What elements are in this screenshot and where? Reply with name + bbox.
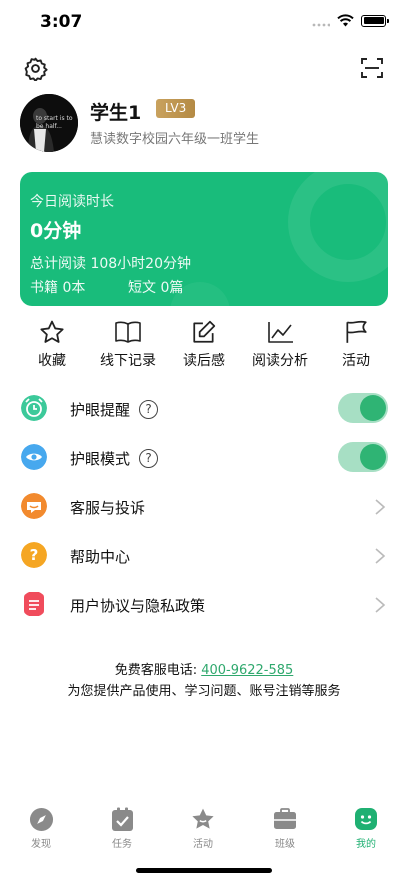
wifi-icon xyxy=(337,14,354,27)
document-icon xyxy=(24,592,44,616)
chevron-right-icon xyxy=(375,499,386,515)
chat-bubble-icon xyxy=(21,493,47,519)
status-time: 3:07 xyxy=(40,12,83,32)
today-reading-title: 今日阅读时长 xyxy=(30,194,114,210)
toggle-knob xyxy=(360,444,386,470)
eye-mode-help-icon[interactable]: ? xyxy=(139,449,158,468)
class-icon xyxy=(274,808,296,829)
activities-button[interactable]: 活动 xyxy=(316,318,396,374)
toggle-knob xyxy=(360,395,386,421)
scan-icon xyxy=(361,58,383,78)
tab-mine[interactable]: 我的 xyxy=(336,806,396,850)
level-badge: LV3 xyxy=(156,99,196,118)
favorites-label: 收藏 xyxy=(38,353,66,369)
star-icon xyxy=(40,320,64,343)
tab-class[interactable]: 班级 xyxy=(255,806,315,850)
gear-icon xyxy=(24,57,48,81)
contact-phone-line: 免费客服电话: 400-9622-585 xyxy=(0,659,408,678)
reading-analysis-label: 阅读分析 xyxy=(252,353,308,369)
book-icon xyxy=(115,321,141,343)
activities-label: 活动 xyxy=(342,353,370,369)
eye-reminder-label: 护眼提醒 xyxy=(70,401,131,419)
reflection-button[interactable]: 读后感 xyxy=(164,318,244,374)
offline-record-button[interactable]: 线下记录 xyxy=(88,318,168,374)
reflection-label: 读后感 xyxy=(183,353,225,369)
task-icon xyxy=(111,807,133,831)
chevron-right-icon xyxy=(375,548,386,564)
signal-icon xyxy=(312,23,330,26)
eye-icon xyxy=(21,444,47,470)
quick-actions: 收藏 线下记录 读后感 阅读分析 活动 xyxy=(0,318,408,374)
avatar[interactable]: to start is to be half... xyxy=(20,94,78,152)
flag-icon xyxy=(346,320,367,343)
tab-discover-label: 发现 xyxy=(31,839,51,850)
status-icons xyxy=(312,14,389,27)
avatar-caption: to start is to be half... xyxy=(36,115,73,130)
books-count: 书籍 0本 xyxy=(30,280,86,296)
eye-mode-toggle[interactable] xyxy=(338,442,388,472)
settings-button[interactable] xyxy=(21,54,49,82)
contact-phone-link[interactable]: 400-9622-585 xyxy=(201,663,293,678)
school-class: 慧读数字校园六年级一班学生 xyxy=(90,132,260,147)
tab-discover[interactable]: 发现 xyxy=(11,806,71,850)
reading-analysis-button[interactable]: 阅读分析 xyxy=(240,318,320,374)
compass-icon xyxy=(29,807,53,831)
chevron-right-icon xyxy=(375,597,386,613)
eye-reminder-toggle[interactable] xyxy=(338,393,388,423)
tab-activities[interactable]: 活动 xyxy=(173,806,233,850)
tab-class-label: 班级 xyxy=(275,839,295,850)
line-chart-icon xyxy=(267,322,293,343)
articles-count: 短文 0篇 xyxy=(128,280,184,296)
offline-record-label: 线下记录 xyxy=(100,353,156,369)
status-bar: 3:07 xyxy=(0,0,408,44)
eye-mode-label: 护眼模式 xyxy=(70,450,131,468)
star-badge-icon xyxy=(192,808,214,829)
eye-reminder-help-icon[interactable]: ? xyxy=(139,400,158,419)
favorites-button[interactable]: 收藏 xyxy=(12,318,92,374)
smile-icon xyxy=(355,808,377,830)
tab-tasks-label: 任务 xyxy=(112,839,132,850)
reading-stats-card[interactable]: 今日阅读时长 0分钟 总计阅读 108小时20分钟 书籍 0本 短文 0篇 xyxy=(20,172,388,306)
battery-icon xyxy=(361,14,389,27)
help-center-row[interactable]: ? 帮助中心 xyxy=(0,535,408,579)
bottom-tab-bar: 发现 任务 活动 班级 我的 xyxy=(0,800,408,860)
home-indicator xyxy=(136,868,272,873)
card-decoration xyxy=(288,172,388,282)
help-center-label: 帮助中心 xyxy=(70,548,131,566)
username: 学生1 xyxy=(90,102,142,124)
question-mark: ? xyxy=(29,546,39,564)
eye-reminder-row: 护眼提醒 ? xyxy=(0,388,408,432)
alarm-clock-icon xyxy=(21,395,47,421)
edit-icon xyxy=(193,320,216,343)
contact-phone-label: 免费客服电话: xyxy=(114,663,202,678)
tab-mine-label: 我的 xyxy=(356,839,376,850)
tab-activities-label: 活动 xyxy=(193,839,213,850)
today-reading-value: 0分钟 xyxy=(30,220,82,242)
eye-mode-row: 护眼模式 ? xyxy=(0,437,408,481)
customer-service-label: 客服与投诉 xyxy=(70,499,146,517)
agreement-label: 用户协议与隐私政策 xyxy=(70,597,206,615)
agreement-row[interactable]: 用户协议与隐私政策 xyxy=(0,584,408,628)
total-reading: 总计阅读 108小时20分钟 xyxy=(30,256,191,272)
customer-service-row[interactable]: 客服与投诉 xyxy=(0,486,408,530)
contact-description: 为您提供产品使用、学习问题、账号注销等服务 xyxy=(67,684,341,699)
scan-button[interactable] xyxy=(358,54,386,82)
tab-tasks[interactable]: 任务 xyxy=(92,806,152,850)
